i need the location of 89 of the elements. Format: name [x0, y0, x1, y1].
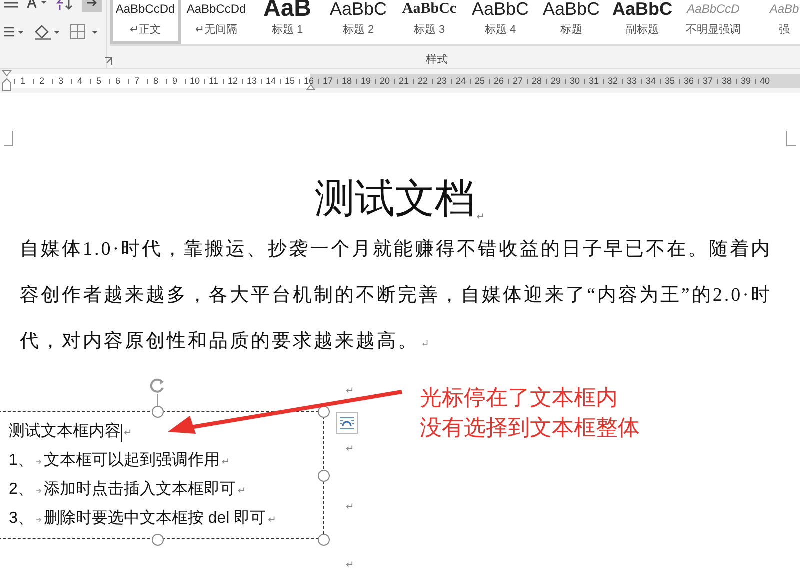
paragraph-mark: ↵ [476, 212, 486, 223]
document-title: 测试文档 [314, 175, 475, 223]
paragraph-mark: ↵ [346, 386, 354, 397]
style-option[interactable]: AaBbCcD 不明显强调 [678, 0, 749, 44]
ruler-number: 6 [114, 76, 122, 86]
list-icon[interactable] [4, 0, 18, 10]
ruler-number: 8 [152, 76, 160, 86]
ruler-number: 31 [589, 76, 597, 86]
paragraph-mark: ↵ [238, 485, 246, 499]
ruler-number: 15 [285, 76, 293, 86]
resize-handle[interactable] [152, 406, 164, 418]
layout-options-button[interactable] [336, 412, 358, 434]
style-option[interactable]: AaBb 强 [749, 0, 800, 44]
ruler-number: 39 [741, 76, 749, 86]
ruler-number: 1 [19, 76, 26, 86]
dialog-launcher-icon[interactable] [104, 57, 113, 66]
text-cursor [121, 424, 122, 442]
paragraph-mark: ↵ [346, 444, 354, 455]
ruler-number: 25 [475, 76, 483, 86]
ruler-number: 20 [380, 76, 388, 86]
annotation-text: 没有选择到文本框整体 [420, 414, 640, 442]
ruler-number: 37 [703, 76, 711, 86]
text-line: 添加时点击插入文本框即可 [44, 480, 236, 500]
style-option[interactable]: AaBbC 标题 2 [323, 0, 394, 44]
ruler-number: 16 [304, 76, 312, 86]
ruler-number: 24 [456, 76, 464, 86]
paragraph-mark: ↵ [346, 502, 354, 513]
paragraph-mark: ↵ [346, 560, 354, 571]
ruler-number: 2 [38, 76, 46, 86]
indent-marker-icon[interactable] [2, 70, 12, 92]
ruler-number: 21 [399, 76, 407, 86]
style-option[interactable]: AaBbCcDd ↵正文 [110, 0, 181, 44]
ruler-number: 18 [342, 76, 350, 86]
ruler-number: 9 [171, 76, 178, 86]
style-option[interactable]: AaBbCcDd ↵无间隔 [181, 0, 252, 44]
layout-options-icon [339, 415, 355, 431]
ruler-number: 14 [266, 76, 274, 86]
ruler-number: 11 [209, 76, 217, 86]
ruler-number: 33 [627, 76, 635, 86]
ruler-number: 35 [665, 76, 673, 86]
list-number: 3、 [9, 509, 34, 529]
paint-bucket-icon[interactable] [32, 23, 62, 41]
text-line: 测试文本框内容 [9, 422, 121, 442]
indent-marker-icon[interactable] [306, 83, 316, 91]
ruler-number: 5 [95, 76, 102, 86]
resize-handle[interactable] [318, 534, 330, 546]
ruler-number: 22 [418, 76, 426, 86]
paragraph-mark: ↵ [268, 514, 277, 528]
annotation-text: 光标停在了文本框内 [420, 384, 619, 412]
ruler-number: 4 [76, 76, 84, 86]
ruler-number: 23 [437, 76, 445, 86]
ruler-number: 12 [228, 76, 236, 86]
ruler-number: 40 [760, 76, 768, 86]
ruler-number: 3 [57, 76, 64, 86]
style-option[interactable]: AaBbC 标题 [536, 0, 607, 44]
ruler-number: 17 [323, 76, 331, 86]
resize-handle[interactable] [318, 470, 330, 482]
group-label: 样式 [425, 53, 449, 67]
ruler-number: 10 [190, 76, 198, 86]
ruler-number: 19 [361, 76, 369, 86]
text-line: 删除时要选中文本框按 del 即可 [44, 508, 266, 529]
ruler-number: 26 [494, 76, 502, 86]
list-number: 2、 [9, 480, 34, 500]
style-option[interactable]: AaBbC 副标题 [607, 0, 678, 44]
margin-corner-icon [786, 131, 796, 147]
tab-mark-icon [36, 458, 42, 464]
ruler-number: 36 [684, 76, 692, 86]
list-number: 1、 [9, 451, 34, 471]
ruler-number: 7 [133, 76, 140, 86]
ruler-number: 32 [608, 76, 616, 86]
ruler-number: 27 [513, 76, 521, 86]
tab-mark-icon [36, 516, 42, 522]
borders-icon[interactable] [70, 24, 100, 40]
body-paragraph: 自媒体1.0·时代，靠搬运、抄袭一个月就能赚得不错收益的日子早已不在。随着内容创作者越来越多，各大平台机制的不断完善，自媒体迎来了“内容为王”的2.0·时代，对内容原创性和品质的要求越来越高。↵ [20, 238, 774, 354]
style-option[interactable]: AaBbC 标题 4 [465, 0, 536, 44]
ruler-number: 29 [551, 76, 559, 86]
resize-handle[interactable] [152, 534, 164, 546]
ruler-number: 28 [532, 76, 540, 86]
align-icon[interactable] [4, 25, 24, 39]
paragraph-mark: ↵ [124, 427, 132, 441]
ruler-number: 30 [570, 76, 578, 86]
paragraph-mark: ↵ [222, 456, 230, 470]
text-line: 文本框可以起到强调作用 [44, 450, 220, 471]
tab-mark-icon [36, 488, 42, 494]
margin-corner-icon [4, 131, 14, 147]
ruler-number: 34 [646, 76, 654, 86]
ruler-number: 38 [722, 76, 730, 86]
ruler-number: 13 [247, 76, 255, 86]
style-option[interactable]: AaBbCc 标题 3 [394, 0, 465, 44]
